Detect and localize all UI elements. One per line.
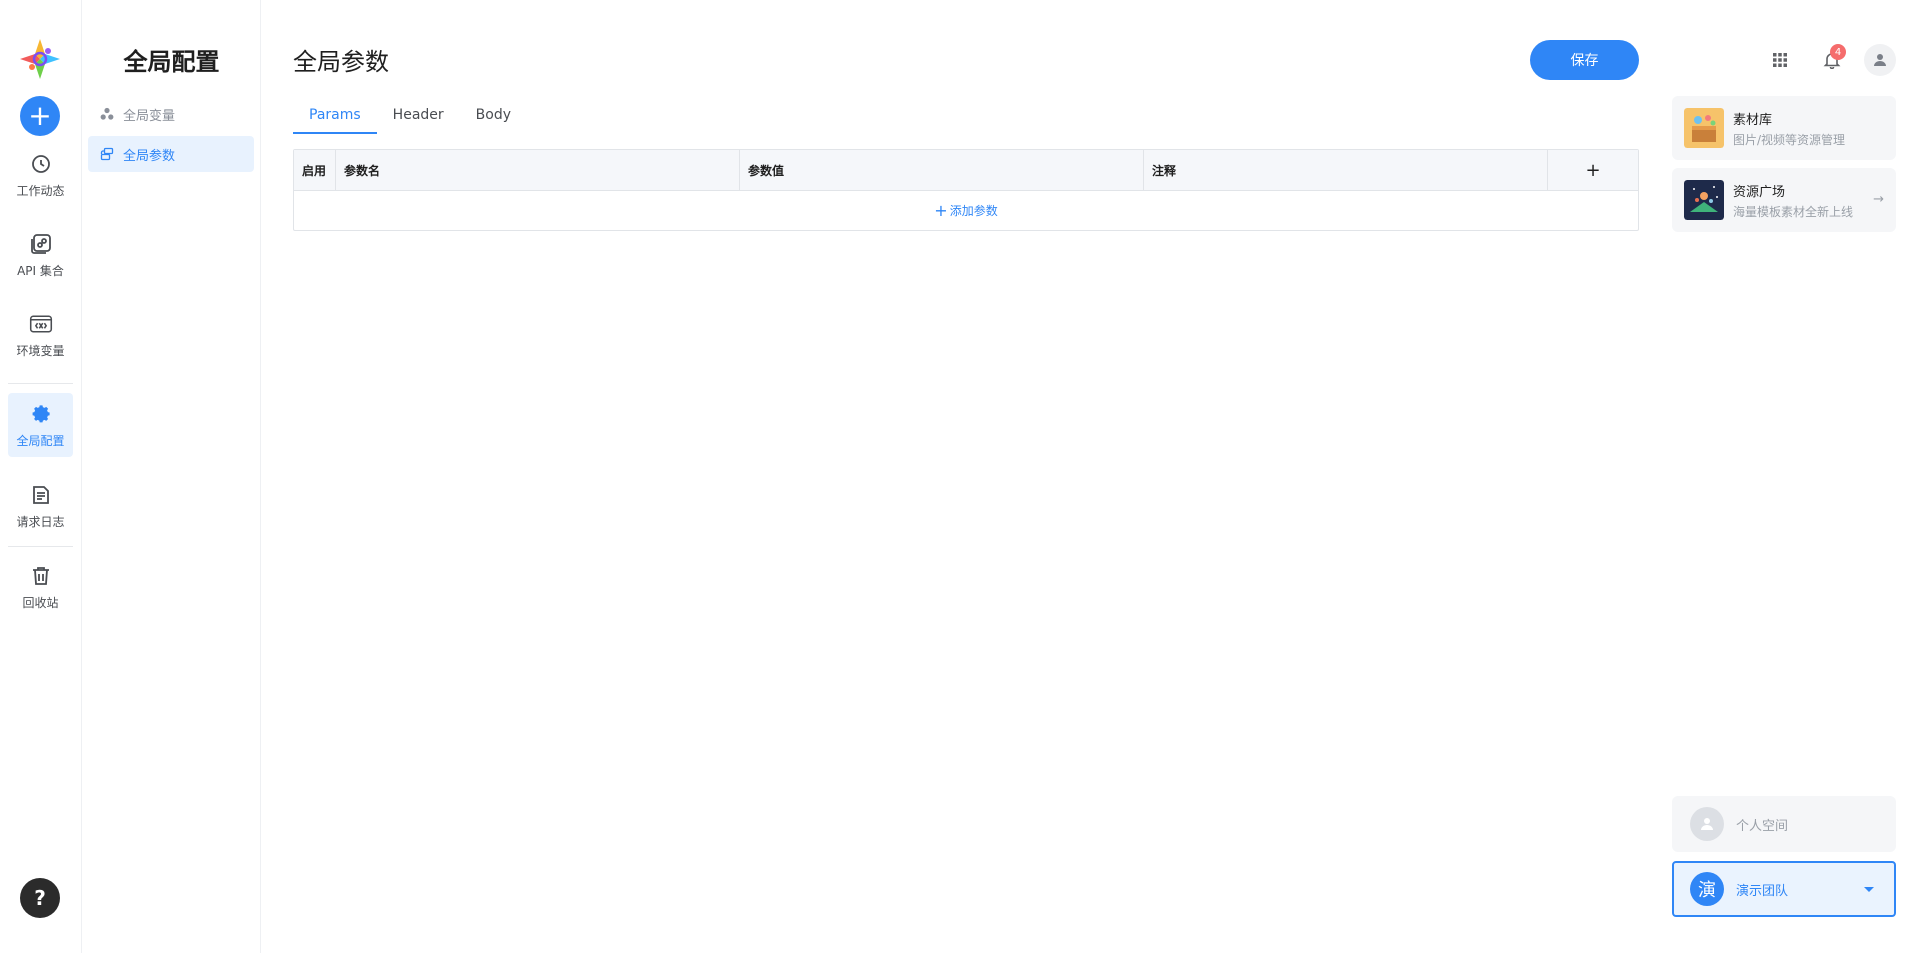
rail-item-recycle-bin[interactable]: 回收站 [8,555,73,619]
rail-item-label: 回收站 [22,595,59,610]
card-subtitle: 海量模板素材全新上线 [1733,204,1854,219]
personal-space-avatar [1690,807,1724,841]
sidebar-item-label: 全局变量 [123,108,176,124]
personal-space-label: 个人空间 [1736,818,1789,834]
resource-square-card[interactable]: 资源广场 海量模板素材全新上线 → [1672,168,1896,232]
rail-item-api-collection[interactable]: API 集合 [8,223,73,287]
card-subtitle: 图片/视频等资源管理 [1733,132,1846,147]
clock-icon [31,154,50,173]
sidebar-item-global-params[interactable]: 全局参数 [88,136,254,172]
arrow-right-icon: → [1873,192,1884,207]
rail-item-label: 工作动态 [16,183,65,198]
variable-icon [29,315,52,332]
page-title: 全局参数 [293,48,389,76]
add-button[interactable]: + [20,96,60,136]
column-header-note: 注释 [1144,150,1548,190]
rail-item-label: 请求日志 [16,514,65,529]
team-name: 演示团队 [1736,883,1789,899]
sidebar-title: 全局配置 [123,48,220,76]
secondary-sidebar: 全局配置 全局变量 全局参数 [82,0,261,953]
card-title: 素材库 [1733,112,1773,128]
rail-item-global-config[interactable]: 全局配置 [8,393,73,457]
rail-item-label: 全局配置 [16,433,65,448]
trash-icon [32,566,49,585]
user-icon [1874,54,1886,66]
sidebar-item-label: 全局参数 [123,148,176,164]
rail-divider [8,383,73,384]
tab-body[interactable]: Body [460,104,527,134]
user-avatar[interactable] [1864,44,1896,76]
caret-down-icon [1864,887,1874,892]
add-param-label: 添加参数 [949,204,998,218]
rail-item-work-activity[interactable]: 工作动态 [8,143,73,207]
add-param-button[interactable]: + 添加参数 [294,191,1638,230]
params-table: 启用 参数名 参数值 注释 + + 添加参数 [293,149,1639,231]
layers-icon [100,147,114,161]
rail-item-env-variables[interactable]: 环境变量 [8,303,73,367]
notification-badge: 4 [1830,44,1846,60]
personal-space-button[interactable]: 个人空间 [1672,796,1896,852]
column-header-param-name: 参数名 [336,150,740,190]
rail-divider [8,546,73,547]
sidebar-item-global-variables[interactable]: 全局变量 [88,96,254,132]
resource-square-thumbnail [1684,180,1724,220]
rail-item-request-log[interactable]: 请求日志 [8,474,73,538]
api-collection-icon [30,233,51,254]
column-header-enabled: 启用 [294,150,336,190]
plus-icon: + [934,201,948,220]
column-header-param-value: 参数值 [740,150,1144,190]
left-rail: + 工作动态 API 集合 环境变量 全局配置 请求日志 回收站 ? [0,0,82,953]
card-title: 资源广场 [1733,184,1786,200]
team-switcher[interactable]: 演 演示团队 [1672,861,1896,917]
cluster-icon [100,107,114,120]
apps-grid-icon[interactable] [1768,48,1792,72]
material-library-thumbnail [1684,108,1724,148]
tab-bar: Params Header Body [293,104,527,134]
table-header: 启用 参数名 参数值 注释 + [294,150,1638,191]
gear-icon [32,404,50,422]
help-button[interactable]: ? [20,878,60,918]
app-logo-icon[interactable] [17,36,63,82]
save-button[interactable]: 保存 [1530,40,1639,80]
material-library-card[interactable]: 素材库 图片/视频等资源管理 [1672,96,1896,160]
add-column-button[interactable]: + [1548,150,1638,190]
rail-item-label: 环境变量 [16,343,65,358]
document-icon [32,485,49,504]
rail-item-label: API 集合 [17,263,64,278]
tab-params[interactable]: Params [293,104,377,134]
user-icon [1701,818,1713,830]
team-avatar: 演 [1690,872,1724,906]
tab-header[interactable]: Header [377,104,460,134]
